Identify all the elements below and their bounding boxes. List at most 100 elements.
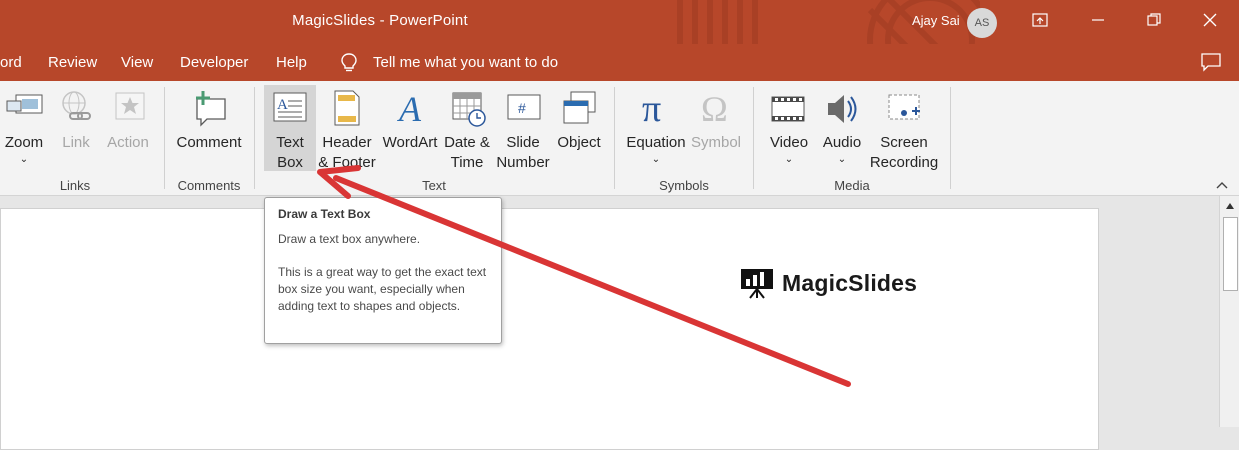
symbol-button[interactable]: Ω Symbol bbox=[688, 85, 744, 153]
group-label-symbols: Symbols bbox=[659, 178, 709, 193]
tooltip-title: Draw a Text Box bbox=[278, 207, 371, 221]
comment-label: Comment bbox=[176, 134, 242, 151]
tab-developer[interactable]: Developer bbox=[180, 54, 248, 71]
date-time-button[interactable]: Date & Time bbox=[441, 85, 493, 173]
symbol-label: Symbol bbox=[690, 134, 742, 151]
action-icon bbox=[115, 92, 145, 120]
text-box-button[interactable]: A Text Box bbox=[264, 85, 316, 171]
zoom-icon bbox=[6, 94, 43, 114]
equation-button[interactable]: π Equation ⌄ bbox=[624, 85, 688, 165]
chevron-down-icon: ⌄ bbox=[784, 154, 794, 165]
svg-text:A: A bbox=[397, 89, 422, 127]
object-button[interactable]: Object bbox=[554, 85, 604, 153]
link-label: Link bbox=[62, 134, 90, 151]
title-bar: MagicSlides - PowerPoint Ajay Sai AS bbox=[0, 0, 1239, 44]
wordart-label: WordArt bbox=[382, 134, 438, 151]
slide-number-icon: # bbox=[507, 94, 541, 120]
svg-text:A: A bbox=[277, 97, 288, 113]
slide-number-label-1: Slide bbox=[506, 134, 540, 151]
text-box-tooltip: Draw a Text Box Draw a text box anywhere… bbox=[264, 197, 502, 344]
omega-icon: Ω bbox=[701, 89, 728, 127]
pi-icon: π bbox=[642, 89, 661, 127]
group-label-text: Text bbox=[422, 178, 446, 193]
presentation-board-icon bbox=[741, 269, 773, 299]
group-separator bbox=[950, 87, 951, 189]
zoom-button[interactable]: Zoom ⌄ bbox=[0, 85, 48, 165]
minimize-button[interactable] bbox=[1083, 8, 1113, 32]
audio-icon bbox=[828, 95, 857, 123]
zoom-label: Zoom bbox=[4, 134, 44, 151]
group-separator bbox=[753, 87, 754, 189]
chevron-down-icon: ⌄ bbox=[837, 154, 847, 165]
text-box-label-2: Box bbox=[277, 154, 303, 171]
tab-review[interactable]: Review bbox=[48, 54, 97, 71]
group-separator bbox=[254, 87, 255, 189]
lightbulb-icon[interactable] bbox=[340, 52, 358, 74]
window-title: MagicSlides - PowerPoint bbox=[292, 12, 468, 29]
video-button[interactable]: Video ⌄ bbox=[764, 85, 814, 165]
link-icon bbox=[62, 91, 91, 120]
close-icon bbox=[1203, 13, 1217, 27]
chevron-down-icon: ⌄ bbox=[19, 154, 29, 165]
text-box-icon: A bbox=[273, 92, 307, 122]
svg-text:#: # bbox=[518, 100, 526, 116]
video-icon bbox=[771, 96, 805, 122]
vertical-scrollbar[interactable] bbox=[1219, 196, 1239, 427]
slide-number-button[interactable]: # Slide Number bbox=[494, 85, 552, 173]
menu-bar: ord Review View Developer Help Tell me w… bbox=[0, 44, 1239, 81]
wordart-button[interactable]: A WordArt bbox=[380, 85, 440, 153]
close-button[interactable] bbox=[1195, 8, 1225, 32]
equation-label: Equation bbox=[626, 134, 686, 151]
screen-recording-label-2: Recording bbox=[869, 154, 939, 171]
avatar[interactable]: AS bbox=[967, 8, 997, 38]
triangle-up-icon bbox=[1226, 203, 1234, 209]
collapse-ribbon-icon[interactable] bbox=[1215, 180, 1229, 190]
logo-text: MagicSlides bbox=[782, 269, 918, 296]
audio-button[interactable]: Audio ⌄ bbox=[816, 85, 868, 165]
group-label-media: Media bbox=[834, 178, 870, 193]
comments-icon[interactable] bbox=[1200, 52, 1222, 72]
tell-me-search[interactable]: Tell me what you want to do bbox=[373, 54, 558, 71]
ribbon: Zoom ⌄ Link Action Links Comment Comment… bbox=[0, 81, 1239, 196]
tab-help[interactable]: Help bbox=[276, 54, 307, 71]
header-footer-icon bbox=[334, 90, 360, 126]
tab-word[interactable]: ord bbox=[0, 54, 22, 71]
wordart-icon: A bbox=[397, 89, 422, 127]
header-footer-label-2: & Footer bbox=[318, 154, 376, 171]
date-time-label-2: Time bbox=[450, 154, 484, 171]
tab-view[interactable]: View bbox=[121, 54, 153, 71]
link-button[interactable]: Link bbox=[52, 85, 100, 153]
slide-canvas[interactable] bbox=[0, 208, 1099, 450]
restore-button[interactable] bbox=[1139, 8, 1169, 32]
slide-number-label-2: Number bbox=[496, 154, 550, 171]
chevron-down-icon: ⌄ bbox=[651, 154, 661, 165]
magicslides-logo: MagicSlides bbox=[740, 267, 917, 299]
ribbon-display-options-button[interactable] bbox=[1025, 8, 1055, 32]
group-label-links: Links bbox=[59, 178, 91, 193]
tooltip-description: Draw a text box anywhere. bbox=[278, 232, 421, 246]
group-separator bbox=[614, 87, 615, 189]
action-label: Action bbox=[107, 134, 149, 151]
date-time-icon bbox=[452, 92, 486, 127]
svg-text:π: π bbox=[642, 89, 661, 127]
new-comment-button[interactable]: Comment bbox=[172, 85, 246, 153]
action-button[interactable]: Action bbox=[102, 85, 154, 153]
screen-recording-button[interactable]: Screen Recording bbox=[868, 85, 940, 173]
video-label: Video bbox=[769, 134, 809, 151]
group-label-comments: Comments bbox=[177, 178, 241, 193]
screen-recording-icon bbox=[888, 94, 920, 120]
group-separator bbox=[164, 87, 165, 189]
scrollbar-thumb[interactable] bbox=[1223, 217, 1238, 291]
audio-label: Audio bbox=[822, 134, 862, 151]
restore-icon bbox=[1147, 13, 1161, 26]
object-icon bbox=[563, 91, 596, 124]
object-label: Object bbox=[557, 134, 601, 151]
user-name[interactable]: Ajay Sai bbox=[912, 13, 960, 28]
header-footer-label-1: Header bbox=[322, 134, 372, 151]
minimize-icon bbox=[1092, 19, 1104, 21]
header-footer-button[interactable]: Header & Footer bbox=[316, 85, 378, 173]
ribbon-display-icon bbox=[1032, 13, 1048, 27]
screen-recording-label-1: Screen bbox=[880, 134, 928, 151]
scroll-up-button[interactable] bbox=[1222, 198, 1238, 214]
tooltip-body: This is a great way to get the exact tex… bbox=[278, 265, 487, 313]
